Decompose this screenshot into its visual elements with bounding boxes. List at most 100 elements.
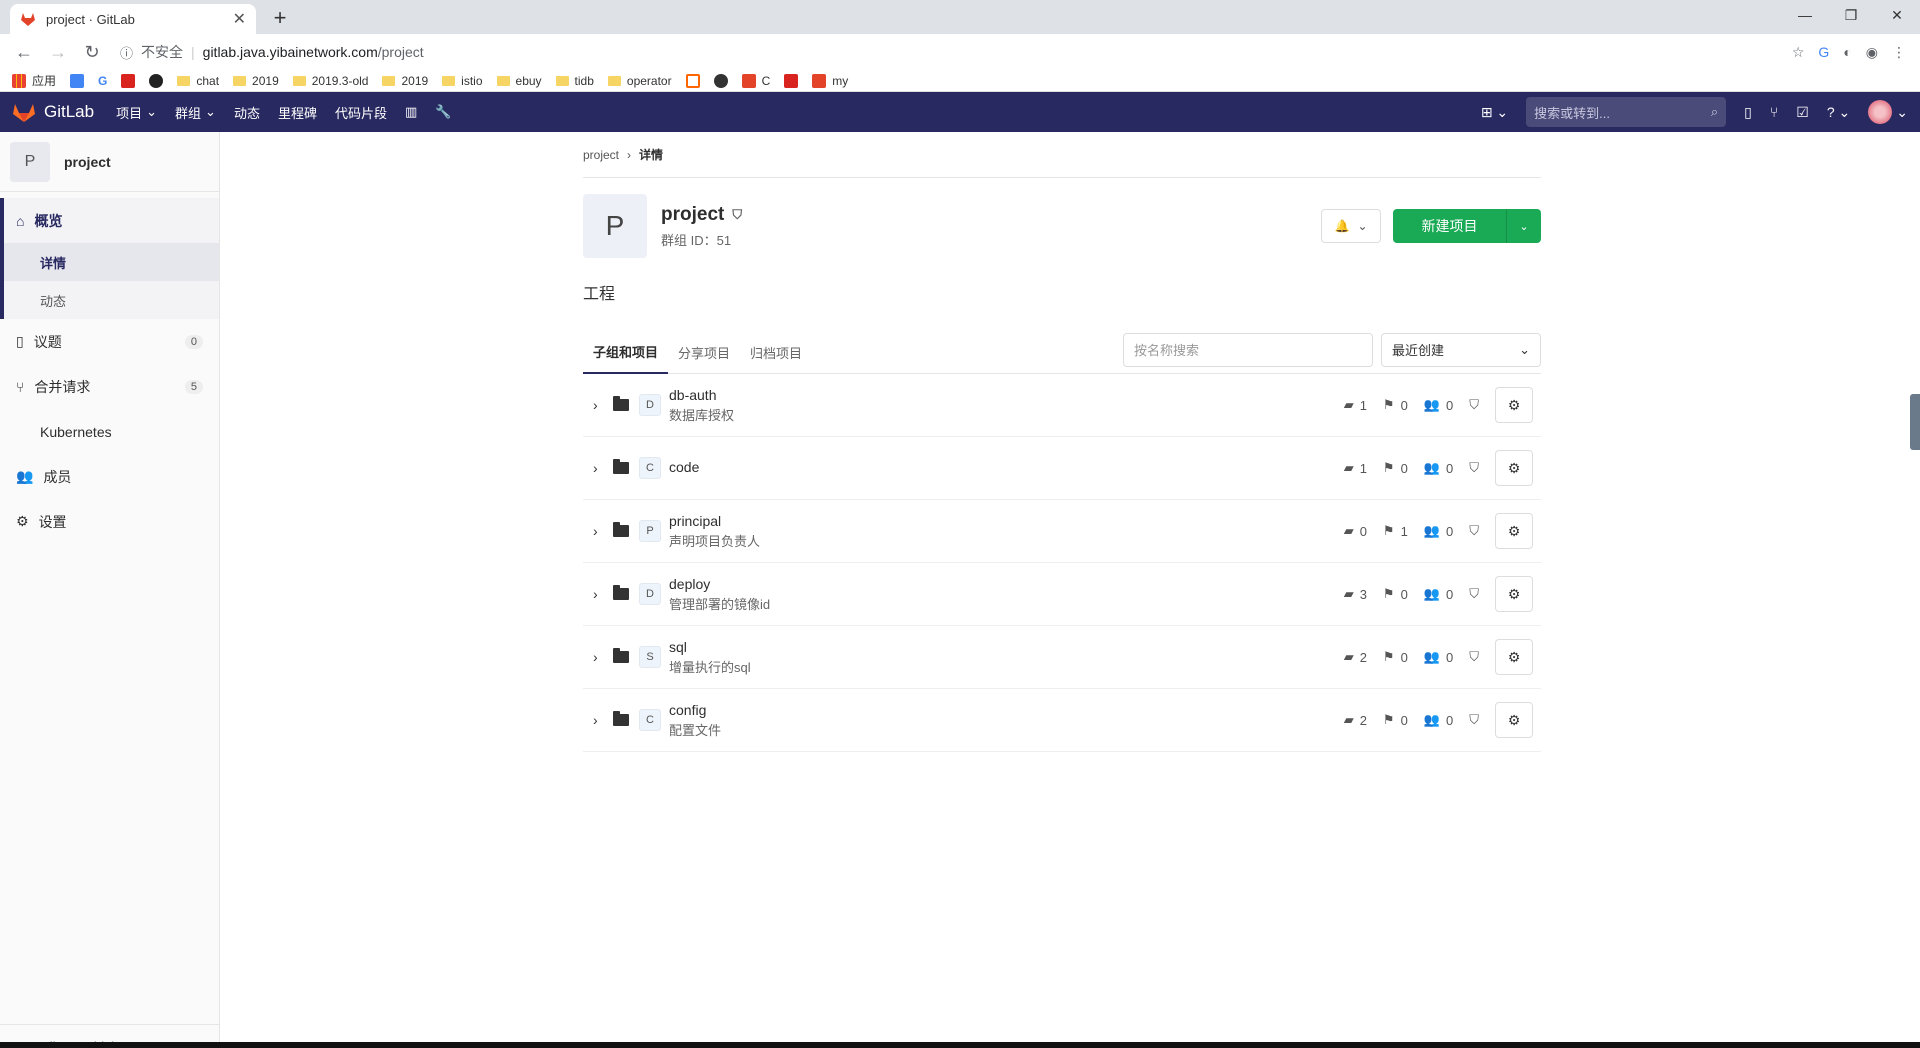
tab-archived-projects[interactable]: 归档项目 — [740, 332, 812, 374]
issues-icon[interactable]: ▯ — [1744, 104, 1752, 121]
nav-snippets[interactable]: 代码片段 — [335, 103, 387, 122]
bookmark-ebuy[interactable]: ebuy — [496, 74, 542, 88]
item-settings-button[interactable]: ⚙ — [1495, 639, 1533, 675]
new-project-button[interactable]: 新建项目 — [1393, 209, 1507, 243]
sidebar-item-issues[interactable]: ▯ 议题 0 — [0, 319, 219, 364]
list-item[interactable]: › D deploy 管理部署的镜像id ▰ 3 ⚑ 0 👥 0 ⛉ ⚙ — [583, 563, 1541, 626]
bookmark-google[interactable]: G — [98, 74, 107, 88]
merge-request-icon[interactable]: ⑂ — [1770, 104, 1778, 120]
forward-icon[interactable]: → — [44, 38, 72, 66]
chevron-right-icon[interactable]: › — [593, 712, 605, 728]
shield-icon: ⛉ — [1469, 523, 1479, 538]
sidebar-item-overview[interactable]: ⌂ 概览 — [4, 198, 219, 243]
folder-icon — [177, 75, 191, 86]
minimize-icon[interactable]: — — [1782, 0, 1828, 30]
sidebar-item-settings[interactable]: ⚙ 设置 — [0, 499, 219, 544]
bookmark-istio[interactable]: istio — [442, 74, 483, 88]
reload-icon[interactable]: ↻ — [78, 38, 106, 66]
item-name[interactable]: deploy — [669, 576, 770, 592]
todo-icon[interactable]: ☑ — [1796, 104, 1809, 121]
item-name[interactable]: principal — [669, 513, 760, 529]
item-name[interactable]: sql — [669, 639, 751, 655]
members-stat: 👥 0 — [1423, 523, 1454, 539]
help-icon[interactable]: ? ⌄ — [1827, 104, 1850, 121]
breadcrumb-root[interactable]: project — [583, 148, 619, 162]
wrench-icon[interactable]: 🔧 — [435, 104, 451, 120]
filter-input[interactable]: 按名称搜索 — [1123, 332, 1373, 367]
bookmark-z[interactable] — [784, 73, 799, 88]
chart-icon[interactable]: ▥ — [405, 104, 417, 120]
menu-icon[interactable]: ⋮ — [1892, 44, 1906, 61]
profile-icon[interactable]: ◉ — [1866, 44, 1878, 61]
browser-tab[interactable]: project · GitLab ✕ — [10, 4, 256, 34]
sidebar-item-activity[interactable]: 动态 — [4, 281, 219, 319]
nav-milestones[interactable]: 里程碑 — [278, 103, 317, 122]
sidebar-item-details[interactable]: 详情 — [4, 243, 219, 281]
list-item[interactable]: › D db-auth 数据库授权 ▰ 1 ⚑ 0 👥 0 ⛉ ⚙ — [583, 374, 1541, 437]
sort-dropdown[interactable]: 最近创建 ⌄ — [1381, 332, 1541, 367]
extension-icon[interactable]: ◐ — [1843, 44, 1851, 60]
notification-button[interactable]: 🔔 ⌄ — [1321, 209, 1381, 243]
close-window-icon[interactable]: ✕ — [1874, 0, 1920, 30]
sidebar-group-header[interactable]: P project — [0, 132, 219, 192]
item-settings-button[interactable]: ⚙ — [1495, 702, 1533, 738]
bookmark-tidb[interactable]: tidb — [555, 74, 594, 88]
item-settings-button[interactable]: ⚙ — [1495, 513, 1533, 549]
gitlab-logo[interactable]: GitLab — [12, 101, 94, 123]
search-input[interactable]: 搜索或转到... ⌕ — [1526, 97, 1727, 127]
nav-projects[interactable]: 项目 ⌄ — [116, 103, 157, 122]
nav-activity[interactable]: 动态 — [234, 103, 260, 122]
info-icon[interactable]: ⓘ — [120, 43, 133, 62]
translate-icon[interactable]: G — [1818, 44, 1829, 60]
scrollbar[interactable] — [1910, 394, 1920, 450]
item-settings-button[interactable]: ⚙ — [1495, 576, 1533, 612]
chevron-right-icon[interactable]: › — [593, 397, 605, 413]
close-tab-icon[interactable]: ✕ — [233, 9, 246, 29]
sidebar-item-members[interactable]: 👥 成员 — [0, 454, 219, 499]
plus-dropdown-icon[interactable]: ⊞ ⌄ — [1481, 104, 1508, 121]
folder-icon — [613, 522, 629, 537]
nav-groups[interactable]: 群组 ⌄ — [175, 103, 216, 122]
url-field[interactable]: ⓘ 不安全 | gitlab.java.yibainetwork.com/pro… — [112, 38, 1786, 66]
list-item[interactable]: › S sql 增量执行的sql ▰ 2 ⚑ 0 👥 0 ⛉ ⚙ — [583, 626, 1541, 689]
list-item[interactable]: › P principal 声明项目负责人 ▰ 0 ⚑ 1 👥 0 ⛉ ⚙ — [583, 500, 1541, 563]
bookmark-translate[interactable] — [70, 73, 85, 88]
chevron-right-icon[interactable]: › — [593, 460, 605, 476]
new-project-dropdown-button[interactable]: ⌄ — [1507, 209, 1541, 243]
bookmark-2019[interactable]: 2019 — [233, 74, 279, 88]
item-name[interactable]: config — [669, 702, 721, 718]
bookmark-c[interactable]: C — [741, 73, 770, 88]
item-name[interactable]: code — [669, 459, 699, 475]
bookmark-operator[interactable]: operator — [607, 74, 672, 88]
list-item[interactable]: › C config 配置文件 ▰ 2 ⚑ 0 👥 0 ⛉ ⚙ — [583, 689, 1541, 752]
bookmark-star-icon[interactable]: ☆ — [1792, 44, 1805, 61]
bookmark-circle[interactable] — [713, 73, 728, 88]
back-icon[interactable]: ← — [10, 38, 38, 66]
chevron-right-icon[interactable]: › — [593, 586, 605, 602]
bookmark-apps[interactable]: 应用 — [12, 72, 56, 89]
bookmark-bracket[interactable] — [685, 73, 700, 88]
list-item[interactable]: › C code ▰ 1 ⚑ 0 👥 0 ⛉ ⚙ — [583, 437, 1541, 500]
bookmark-github[interactable] — [149, 73, 164, 88]
user-menu[interactable]: ⌄ — [1868, 100, 1908, 124]
tab-shared-projects[interactable]: 分享项目 — [668, 332, 740, 374]
item-settings-button[interactable]: ⚙ — [1495, 450, 1533, 486]
breadcrumb-current[interactable]: 详情 — [639, 146, 663, 163]
bookmark-2019-b[interactable]: 2019 — [382, 74, 428, 88]
tab-subgroups-projects[interactable]: 子组和项目 — [583, 332, 669, 374]
translate-icon — [70, 73, 85, 88]
item-name[interactable]: db-auth — [669, 387, 734, 403]
chevron-right-icon[interactable]: › — [593, 523, 605, 539]
chevron-down-icon: ⌄ — [1357, 219, 1368, 233]
item-settings-button[interactable]: ⚙ — [1495, 387, 1533, 423]
bookmark-my[interactable]: my — [812, 73, 848, 88]
restore-icon[interactable]: ❐ — [1828, 0, 1874, 30]
bookmark-2019-3-old[interactable]: 2019.3-old — [292, 74, 368, 88]
bookmark-c-red[interactable] — [121, 73, 136, 88]
sidebar-item-kubernetes[interactable]: Kubernetes — [0, 409, 219, 454]
new-tab-button[interactable]: + — [266, 4, 294, 32]
sidebar-item-merge-requests[interactable]: ⑂ 合并请求 5 — [0, 364, 219, 409]
folder-icon — [292, 75, 306, 86]
chevron-right-icon[interactable]: › — [593, 649, 605, 665]
bookmark-chat[interactable]: chat — [177, 74, 219, 88]
